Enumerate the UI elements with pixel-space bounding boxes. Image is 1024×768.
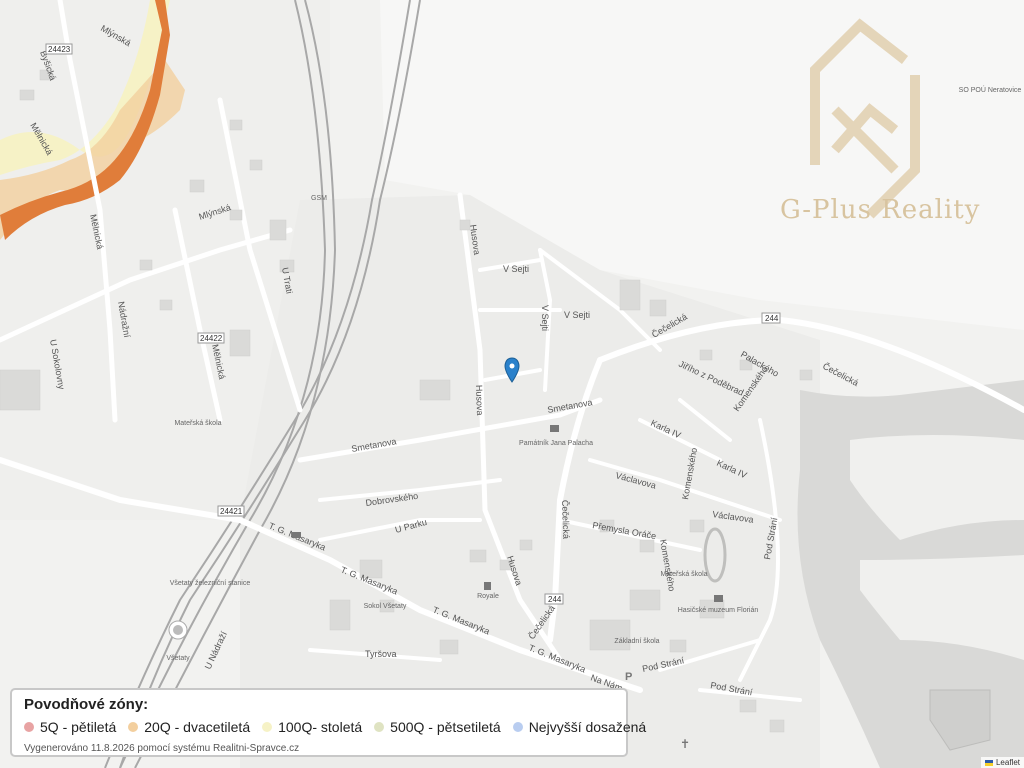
poi-label: Hasičské muzeum Florián — [678, 607, 759, 614]
road-number: 24423 — [48, 45, 71, 54]
poi-label: Royale — [477, 593, 499, 600]
poi-label: Všetaty — [166, 655, 190, 662]
legend-label: Nejvyšší dosažená — [528, 719, 647, 735]
street-label: V Sejti — [564, 310, 590, 320]
legend-dot — [374, 722, 385, 732]
street-label: V Sejti — [503, 264, 529, 274]
legend-item-5q: 5Q - pětiletá — [24, 719, 116, 735]
brand-watermark: G-Plus Reality — [780, 195, 980, 225]
museum-icon — [714, 595, 723, 602]
legend-note: Vygenerováno 11.8.2026 pomocí systému Re… — [24, 743, 300, 754]
map-canvas[interactable]: G-Plus Reality Byšická Mlýnská Mělnická … — [0, 0, 1024, 768]
legend-item-100q: 100Q- stoletá — [262, 719, 362, 735]
parking-icon: P — [625, 671, 632, 683]
legend-dot — [24, 722, 34, 732]
poi-label: Mateřská škola — [174, 420, 221, 427]
road-number: 24422 — [200, 334, 223, 343]
station-dot — [173, 625, 183, 635]
road-number: 24421 — [220, 507, 243, 516]
poi-label: Základní škola — [614, 638, 659, 645]
legend-item-500q: 500Q - pětsetiletá — [374, 719, 501, 735]
theatre-icon — [484, 582, 491, 590]
legend-label: 500Q - pětsetiletá — [390, 719, 501, 735]
legend-dot — [128, 722, 139, 732]
street-label: Husova — [474, 385, 485, 416]
road-number: 244 — [765, 314, 779, 323]
legend-items: 5Q - pětiletá 20Q - dvacetiletá 100Q- st… — [24, 719, 646, 735]
legend-item-max: Nejvyšší dosažená — [512, 719, 647, 735]
flood-zone-legend: Povodňové zóny: 5Q - pětiletá 20Q - dvac… — [10, 688, 646, 757]
legend-title: Povodňové zóny: — [24, 696, 149, 713]
poi-label: Mateřská škola — [660, 571, 707, 578]
legend-dot — [512, 722, 523, 732]
legend-label: 20Q - dvacetiletá — [144, 719, 251, 735]
map-attribution[interactable]: Leaflet — [980, 757, 1024, 768]
post-office-icon — [292, 532, 301, 538]
street-label: Tyršova — [365, 649, 397, 659]
church-icon: ✝ — [680, 737, 690, 751]
map-view[interactable]: G-Plus Reality Byšická Mlýnská Mělnická … — [0, 0, 1024, 768]
street-label: Čečelická — [560, 500, 571, 539]
museum-icon — [550, 425, 559, 432]
ukraine-flag-icon — [984, 759, 993, 766]
legend-label: 100Q- stoletá — [278, 719, 363, 735]
poi-label: Všetaty železniční stanice — [170, 580, 251, 587]
street-label: V Sejti — [540, 305, 550, 331]
poi-label: GSM — [311, 195, 327, 202]
legend-dot — [262, 722, 273, 732]
poi-label: Sokol Všetaty — [364, 603, 407, 610]
legend-label: 5Q - pětiletá — [40, 719, 117, 735]
poi-label: Památník Jana Palacha — [519, 440, 593, 447]
poi-label: SO POÚ Neratovice — [959, 85, 1022, 94]
road-number: 244 — [548, 595, 562, 604]
legend-item-20q: 20Q - dvacetiletá — [128, 719, 250, 735]
leaflet-link[interactable]: Leaflet — [996, 758, 1020, 767]
